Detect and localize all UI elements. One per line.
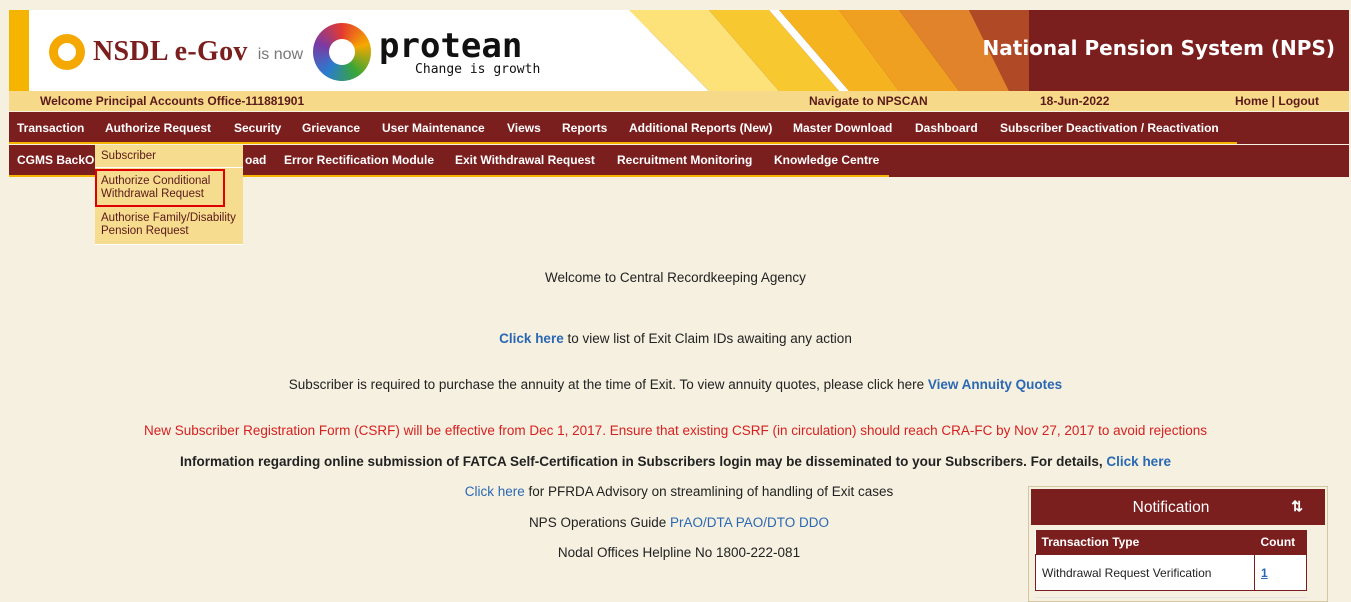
nsdl-logo-icon: [49, 34, 85, 70]
protean-name: protean: [379, 25, 523, 66]
view-annuity-quotes-link[interactable]: View Annuity Quotes: [928, 377, 1062, 392]
exit-claims-link[interactable]: Click here: [499, 331, 564, 346]
is-now-text: is now: [257, 46, 304, 63]
menu-master-download[interactable]: Master Download: [793, 121, 892, 135]
dropdown-item-subscriber[interactable]: Subscriber: [95, 145, 243, 168]
menu-dashboard[interactable]: Dashboard: [915, 121, 978, 135]
menu-grievance[interactable]: Grievance: [302, 121, 360, 135]
notification-header: Notification ⇅: [1031, 489, 1325, 525]
notification-table-header: Transaction Type Count: [1035, 530, 1307, 555]
fatca-line: Information regarding online submission …: [0, 454, 1351, 469]
sort-icon[interactable]: ⇅: [1291, 498, 1303, 515]
header-banner: NSDL e-Gov is now protean Change is grow…: [9, 10, 1349, 91]
menu-upload-partial[interactable]: oad: [245, 153, 266, 167]
exit-claims-line: Click here to view list of Exit Claim ID…: [0, 331, 1351, 346]
menu-reports[interactable]: Reports: [562, 121, 607, 135]
row-transaction-type: Withdrawal Request Verification: [1035, 554, 1255, 591]
exit-claims-text: to view list of Exit Claim IDs awaiting …: [563, 331, 852, 346]
notification-divider: [1035, 597, 1307, 598]
annuity-line: Subscriber is required to purchase the a…: [0, 377, 1351, 392]
menu-cgms-backoffice[interactable]: CGMS BackO: [17, 153, 94, 167]
count-link[interactable]: 1: [1261, 566, 1268, 580]
welcome-message: Welcome to Central Recordkeeping Agency: [545, 270, 806, 285]
banner-left-accent: [9, 10, 29, 91]
fatca-text: Information regarding online submission …: [180, 454, 1107, 469]
nsdl-logo-text: NSDL e-Gov: [93, 36, 248, 67]
dropdown-item-conditional-withdrawal[interactable]: Authorize Conditional Withdrawal Request: [95, 169, 225, 207]
protean-logo: protean Change is growth: [379, 29, 540, 76]
table-row: Withdrawal Request Verification 1: [1035, 554, 1307, 591]
menu-security[interactable]: Security: [234, 121, 281, 135]
home-logout-link[interactable]: Home | Logout: [1235, 94, 1319, 108]
row-count-link[interactable]: 1: [1254, 554, 1307, 591]
operations-guide-text: NPS Operations Guide: [528, 515, 671, 530]
menu-knowledge-centre[interactable]: Knowledge Centre: [774, 153, 879, 167]
menu-views[interactable]: Views: [507, 121, 541, 135]
welcome-user-text: Welcome Principal Accounts Office-111881…: [40, 94, 305, 108]
protean-tagline: Change is growth: [415, 61, 541, 77]
menu-authorize-request[interactable]: Authorize Request: [105, 121, 211, 135]
col-count: Count: [1254, 530, 1307, 555]
menu-error-rectification[interactable]: Error Rectification Module: [284, 153, 434, 167]
welcome-bar: Welcome Principal Accounts Office-111881…: [9, 91, 1349, 111]
col-transaction-type: Transaction Type: [1035, 530, 1255, 555]
pfrda-text: for PFRDA Advisory on streamlining of ha…: [524, 484, 894, 499]
menu-recruitment-monitoring[interactable]: Recruitment Monitoring: [617, 153, 752, 167]
logo-area: NSDL e-Gov is now protean Change is grow…: [49, 20, 540, 84]
current-date: 18-Jun-2022: [1040, 94, 1110, 108]
dropdown-item-family-disability[interactable]: Authorise Family/Disability Pension Requ…: [95, 208, 243, 245]
protean-logo-icon: [313, 23, 372, 81]
notification-table: Transaction Type Count Withdrawal Reques…: [1035, 530, 1307, 591]
menu-exit-withdrawal[interactable]: Exit Withdrawal Request: [455, 153, 595, 167]
authorize-request-dropdown: Subscriber Authorize Conditional Withdra…: [95, 145, 243, 245]
navigate-npscan-link[interactable]: Navigate to NPSCAN: [809, 94, 928, 108]
main-menu-row1: Transaction Authorize Request Security G…: [9, 112, 1349, 144]
csrf-notice: New Subscriber Registration Form (CSRF) …: [144, 423, 1207, 438]
pfrda-click-here-link[interactable]: Click here: [465, 484, 525, 499]
operations-guide-link[interactable]: PrAO/DTA PAO/DTO DDO: [670, 515, 829, 530]
menu-user-maintenance[interactable]: User Maintenance: [382, 121, 485, 135]
menu-subscriber-deactivation[interactable]: Subscriber Deactivation / Reactivation: [1000, 121, 1219, 135]
notification-panel: Notification ⇅ Transaction Type Count Wi…: [1028, 486, 1328, 602]
annuity-text: Subscriber is required to purchase the a…: [288, 377, 928, 392]
banner-stripes: [569, 10, 1029, 91]
fatca-click-here-link[interactable]: Click here: [1106, 454, 1171, 469]
menu-transaction[interactable]: Transaction: [17, 121, 84, 135]
system-title: National Pension System (NPS): [982, 36, 1335, 60]
menu-additional-reports[interactable]: Additional Reports (New): [629, 121, 772, 135]
notification-title: Notification: [1132, 499, 1210, 516]
menu-row1-underline: [9, 142, 1237, 144]
